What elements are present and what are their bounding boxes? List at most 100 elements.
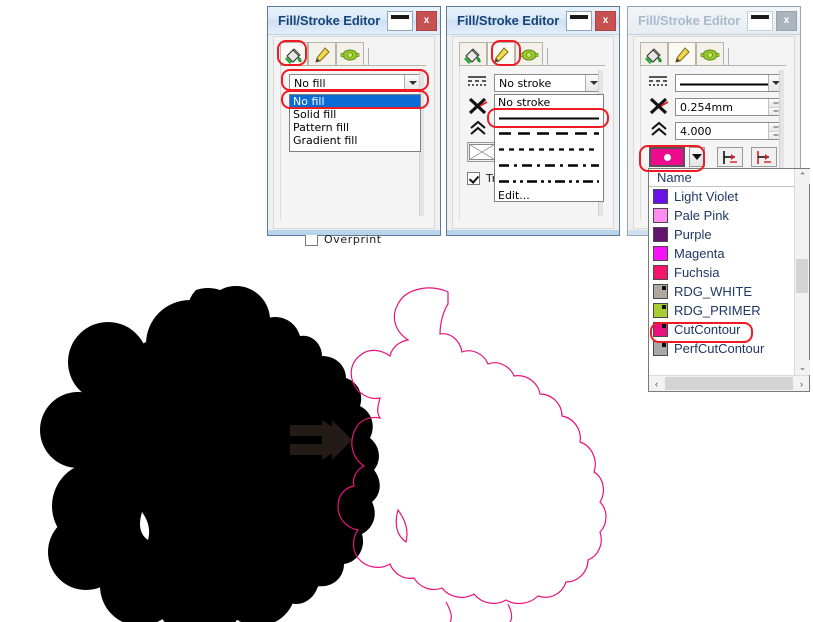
paint-bucket-icon	[463, 47, 481, 64]
stroke-style-combo-3[interactable]	[675, 74, 783, 92]
color-swatch	[653, 246, 668, 261]
dropdown-item-gradient-fill[interactable]: Gradient fill	[290, 134, 420, 147]
tab-stroke[interactable]	[668, 42, 696, 66]
color-swatch-list[interactable]: Name Light Violet Pale Pink Purple Magen…	[648, 168, 810, 392]
tab-fill[interactable]	[280, 42, 308, 66]
color-name: CutContour	[674, 322, 741, 337]
close-button[interactable]: x	[595, 10, 616, 31]
close-button[interactable]: x	[416, 10, 437, 31]
dialog-footer	[268, 230, 440, 235]
color-list-rows[interactable]: Light Violet Pale Pink Purple Magenta Fu…	[649, 187, 794, 375]
stroke-color-dropdown-arrow[interactable]	[689, 147, 705, 167]
stroke-color-swatch[interactable]	[649, 147, 685, 167]
list-item[interactable]: Purple	[649, 225, 794, 244]
color-name: Magenta	[674, 246, 725, 261]
stroke-width-icon	[649, 97, 669, 115]
list-item[interactable]: Magenta	[649, 244, 794, 263]
miter-limit-icon	[651, 121, 667, 136]
tab-strip[interactable]	[280, 42, 369, 66]
list-item[interactable]: RDG_WHITE	[649, 282, 794, 301]
stroke-align-outside-button[interactable]	[751, 147, 777, 167]
color-list-header: Name	[649, 169, 794, 187]
color-swatch	[653, 227, 668, 242]
hscroll-thumb[interactable]	[665, 377, 793, 390]
tab-stroke[interactable]	[308, 42, 336, 66]
dialog-footer	[447, 230, 619, 235]
fill-type-dropdown[interactable]: No fill Solid fill Pattern fill Gradient…	[289, 94, 421, 152]
fill-stroke-editor-dialog-1[interactable]: Fill/Stroke Editor x No fill No fill Sol…	[267, 6, 441, 246]
color-list-vertical-scrollbar[interactable]: ⌃ ⌄	[794, 169, 810, 375]
list-item[interactable]: PerfCutContour	[649, 339, 794, 358]
tab-effects[interactable]	[336, 42, 364, 66]
color-list-horizontal-scrollbar[interactable]: ‹ ›	[649, 375, 809, 391]
fill-type-combo[interactable]: No fill	[289, 74, 421, 92]
dialog-title: Fill/Stroke Editor	[278, 13, 381, 28]
artwork-svg	[40, 286, 607, 622]
green-shape-icon	[340, 49, 360, 60]
dropdown-item-solid-fill[interactable]: Solid fill	[290, 108, 420, 121]
dropdown-item-dashed-line[interactable]	[495, 126, 603, 141]
dropdown-item-no-stroke[interactable]: No stroke	[495, 95, 603, 110]
fill-stroke-editor-dialog-2[interactable]: Fill/Stroke Editor x No stroke No stroke…	[446, 6, 620, 236]
dropdown-item-no-fill[interactable]: No fill	[290, 95, 420, 108]
list-item[interactable]: Pale Pink	[649, 206, 794, 225]
dropdown-item-edit[interactable]: Edit...	[495, 189, 603, 203]
scroll-up-icon[interactable]: ⌃	[795, 169, 810, 184]
tab-effects[interactable]	[696, 42, 724, 66]
scroll-left-icon[interactable]: ‹	[649, 376, 664, 391]
tab-separator	[368, 48, 369, 66]
pencil-icon	[494, 46, 509, 63]
list-item-cutcontour[interactable]: CutContour	[649, 320, 794, 339]
stroke-width-icon	[468, 97, 488, 115]
stroke-width-field[interactable]: 0.254mm	[675, 98, 783, 116]
stroke-align-inside-button[interactable]	[717, 147, 743, 167]
line-style-icon	[468, 76, 486, 86]
stroke-style-value: No stroke	[499, 76, 552, 90]
dialog-title: Fill/Stroke Editor	[457, 13, 560, 28]
minimize-button[interactable]	[747, 10, 773, 31]
transparency-checkbox-box[interactable]	[467, 172, 480, 185]
dropdown-item-solid-line[interactable]	[495, 110, 603, 126]
dialog-titlebar[interactable]: Fill/Stroke Editor x	[447, 7, 619, 35]
dialog-titlebar[interactable]: Fill/Stroke Editor x	[628, 7, 800, 35]
stroke-style-dropdown[interactable]: No stroke Edit...	[494, 94, 604, 202]
color-name: RDG_PRIMER	[674, 303, 761, 318]
close-button[interactable]: x	[776, 10, 797, 31]
dialog-titlebar[interactable]: Fill/Stroke Editor x	[268, 7, 440, 35]
fine-dashed-line-icon	[499, 147, 599, 151]
minimize-button[interactable]	[387, 10, 413, 31]
color-swatch	[653, 322, 668, 337]
tab-strip[interactable]	[640, 42, 729, 66]
dialog-title: Fill/Stroke Editor	[638, 13, 741, 28]
no-color-swatch-button[interactable]	[467, 142, 497, 162]
scroll-thumb[interactable]	[796, 259, 808, 293]
tab-effects[interactable]	[515, 42, 543, 66]
minimize-button[interactable]	[566, 10, 592, 31]
paint-bucket-icon	[644, 47, 662, 64]
dialog-body: No fill No fill Solid fill Pattern fill …	[273, 36, 435, 246]
dropdown-item-dash-dot-line[interactable]	[495, 157, 603, 173]
chevron-down-icon[interactable]	[404, 75, 420, 91]
dropdown-item-pattern-fill[interactable]: Pattern fill	[290, 121, 420, 134]
pencil-icon	[315, 46, 330, 63]
fill-panel: No fill No fill Solid fill Pattern fill …	[280, 66, 426, 246]
tab-fill[interactable]	[459, 42, 487, 66]
dropdown-item-fine-dashed-line[interactable]	[495, 141, 603, 157]
stroke-panel: No stroke No stroke Edit... Tr	[459, 66, 605, 220]
tab-strip[interactable]	[459, 42, 548, 66]
miter-limit-value: 4.000	[680, 124, 712, 138]
scroll-down-icon[interactable]: ⌄	[795, 360, 810, 375]
tab-fill[interactable]	[640, 42, 668, 66]
scroll-right-icon[interactable]: ›	[794, 376, 809, 391]
miter-limit-field[interactable]: 4.000	[675, 122, 783, 140]
list-item[interactable]: Fuchsia	[649, 263, 794, 282]
dropdown-item-dash-dot-dot-line[interactable]	[495, 173, 603, 189]
tab-stroke[interactable]	[487, 42, 515, 66]
color-swatch	[653, 189, 668, 204]
list-item[interactable]: Light Violet	[649, 187, 794, 206]
transparency-checkbox[interactable]: Tr	[467, 172, 497, 185]
list-item[interactable]: RDG_PRIMER	[649, 301, 794, 320]
chevron-down-icon	[692, 154, 702, 160]
stroke-style-combo[interactable]: No stroke	[494, 74, 602, 92]
color-name: RDG_WHITE	[674, 284, 752, 299]
